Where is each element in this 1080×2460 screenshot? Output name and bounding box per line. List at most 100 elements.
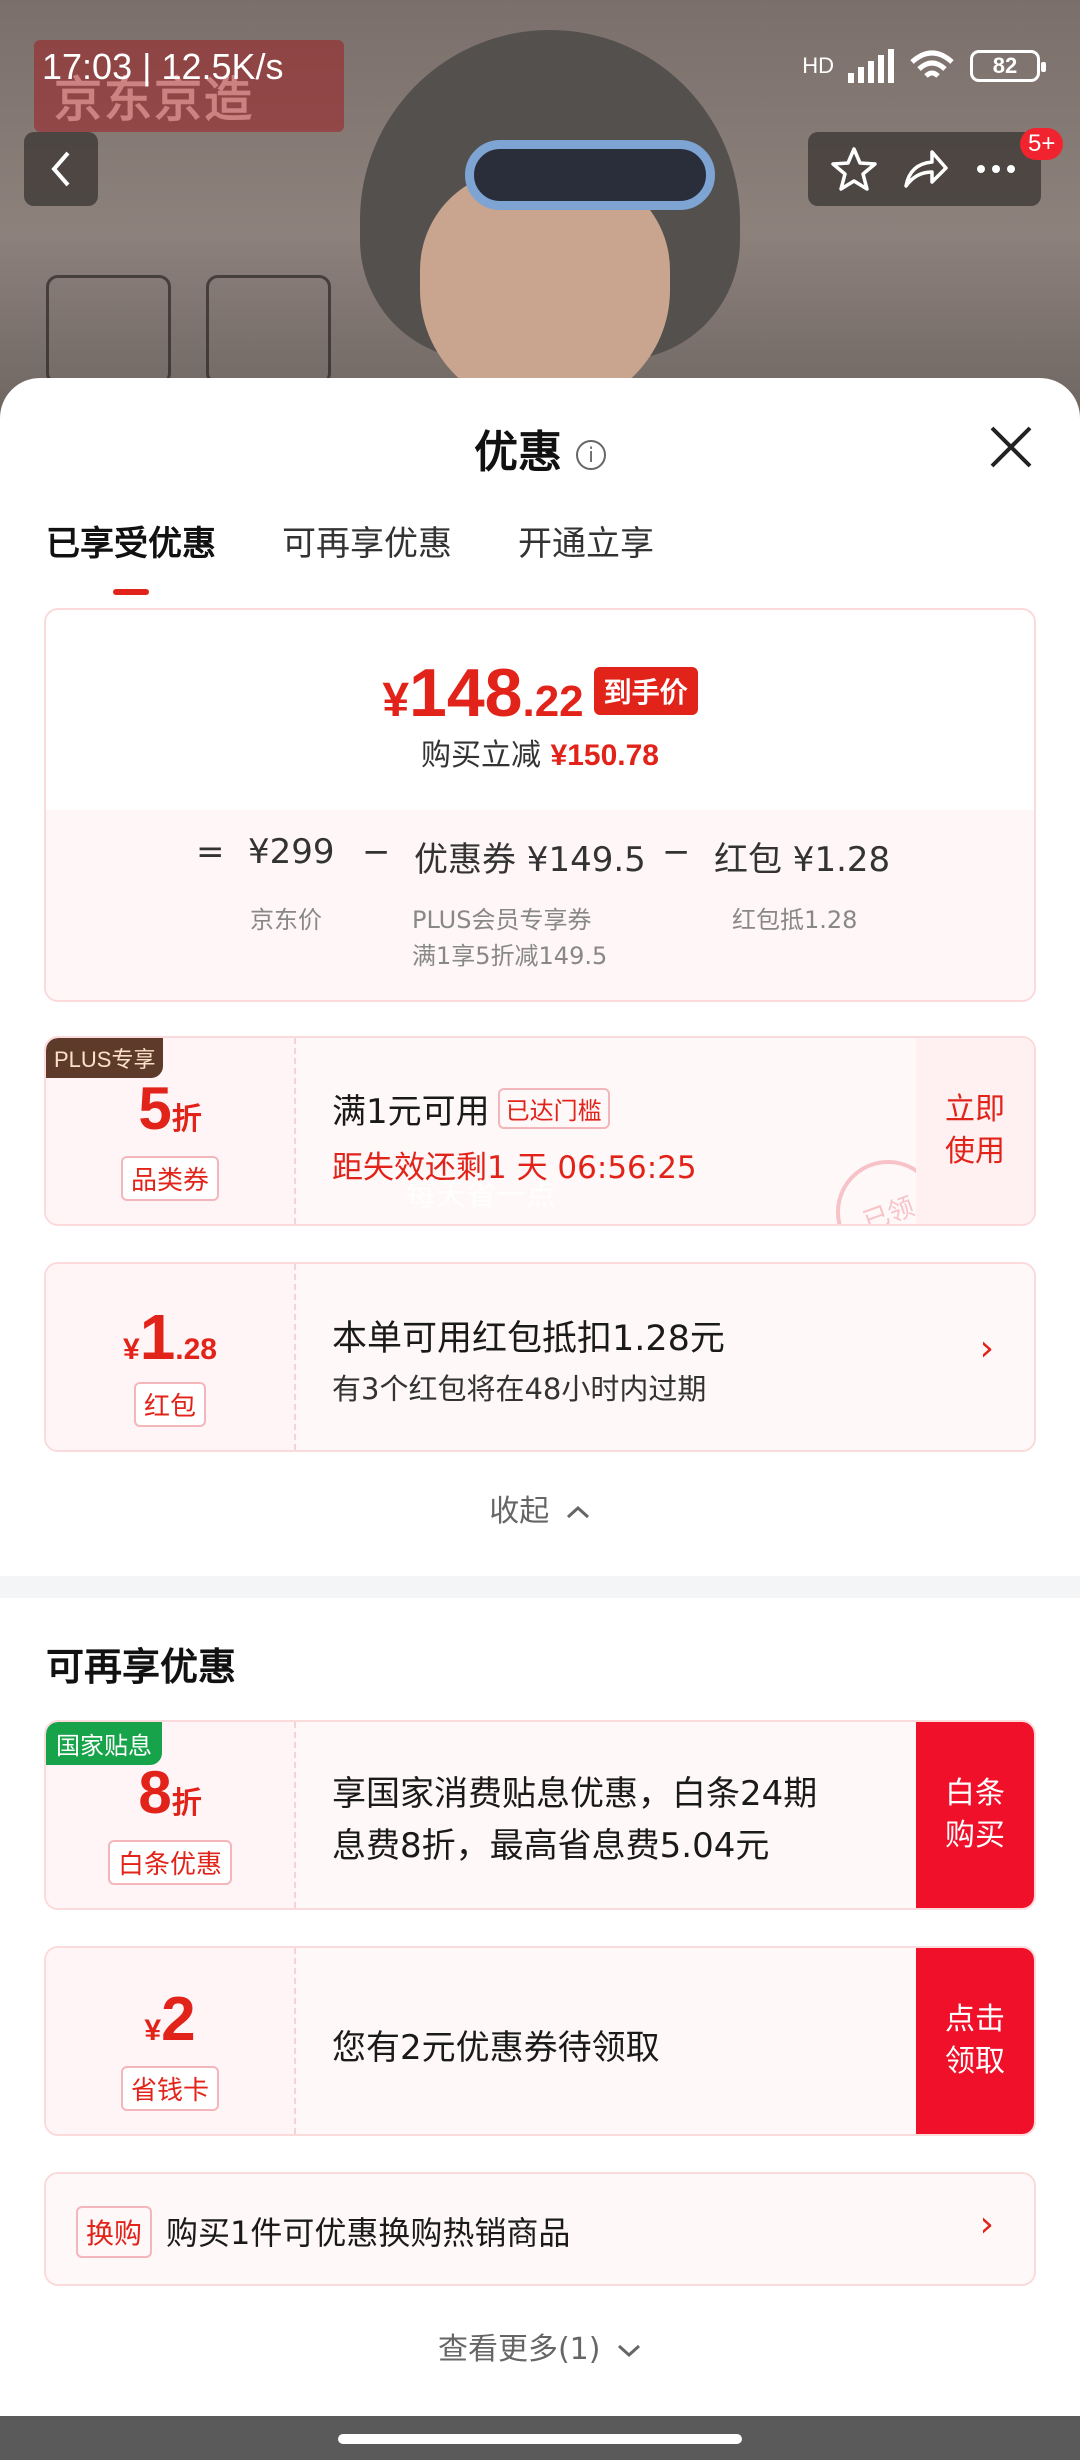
baitiao-line2: 息费8折，最高省息费5.04元 [332, 1826, 770, 1866]
wifi-icon [910, 50, 954, 78]
view-more-button[interactable]: 查看更多(1) [0, 2324, 1080, 2368]
minus-sign: − [362, 832, 391, 872]
close-icon[interactable] [986, 422, 1036, 472]
chevron-left-icon [51, 151, 70, 187]
coupon-title-text: 满1元可用 [332, 1092, 490, 1132]
chevron-up-icon [566, 1505, 589, 1519]
coupon-label-1: PLUS会员专享券 [412, 906, 592, 934]
exchange-chevron-icon: › [979, 2204, 994, 2245]
status-time-speed: 17:03 | 12.5K/s [42, 46, 284, 87]
claim-button[interactable]: 点击领取 [916, 1948, 1034, 2134]
chevron-down-icon [618, 2344, 641, 2358]
plus-badge: PLUS专享 [46, 1038, 164, 1078]
baitiao-buy-button[interactable]: 白条购买 [916, 1722, 1034, 1908]
model-sunglasses [465, 140, 715, 210]
redpack-yen: ¥ [123, 1333, 140, 1366]
discount-sheet: 优惠 i 已享受优惠 可再享优惠 开通立享 ¥148.22 到手价 购买立减 ¥15… [0, 378, 1080, 2416]
reduce-label: 购买立减 [421, 738, 541, 773]
battery-icon: 82 [970, 50, 1046, 82]
plus-coupon-card: 5折 品类券 PLUS专享 满1元可用 已达门槛 距失效还剩1 天 06:56:2… [44, 1036, 1036, 1226]
coupon-value-unit: 折 [171, 1103, 202, 1136]
redpack-tag: 红包 [133, 1382, 207, 1427]
chevron-right-icon[interactable]: › [980, 1328, 994, 1369]
tab-more-available[interactable]: 可再享优惠 [282, 516, 452, 565]
savings-card: ¥2 省钱卡 您有2元优惠券待领取 点击领取 [44, 1946, 1036, 2136]
coupon-label-2: 满1享5折减149.5 [412, 942, 608, 970]
reduce-value: ¥150.78 [550, 739, 659, 772]
baitiao-value-number: 8 [138, 1759, 172, 1826]
equals-sign: = [196, 832, 225, 872]
use-now-button[interactable]: 立即使用 [916, 1038, 1034, 1224]
price-breakdown-card: ¥148.22 到手价 购买立减 ¥150.78 = ¥299 − 优惠券 ¥14… [44, 608, 1036, 1002]
coupon-value: 5折 [46, 1074, 294, 1143]
baitiao-value-unit: 折 [171, 1787, 202, 1820]
exchange-title: 购买1件可优惠换购热销商品 [166, 2214, 571, 2252]
savings-tag: 省钱卡 [120, 2066, 220, 2111]
final-price-tag: 到手价 [593, 667, 698, 715]
reduce-line: 购买立减 ¥150.78 [46, 730, 1034, 774]
redpack-title: 本单可用红包抵扣1.28元 [332, 1319, 725, 1359]
exchange-tag: 换购 [76, 2206, 153, 2258]
tab-bar: 已享受优惠 可再享优惠 开通立享 [46, 516, 654, 595]
redpack-part: 红包 ¥1.28 [714, 840, 891, 880]
sheet-title-text: 优惠 [474, 427, 562, 478]
formula-area: = ¥299 − 优惠券 ¥149.5 − 红包 ¥1.28 京东价 PLUS会… [46, 810, 1034, 1000]
redpack-dec: .28 [175, 1333, 217, 1366]
back-button[interactable] [24, 132, 98, 206]
battery-level: 82 [992, 53, 1018, 78]
star-icon[interactable] [829, 144, 879, 194]
use-now-label: 立即使用 [945, 1092, 1005, 1169]
coupon-type-tag: 品类券 [120, 1156, 220, 1201]
price-integer: 148 [409, 655, 523, 731]
status-icons: HD 82 [802, 48, 1046, 84]
savings-title: 您有2元优惠券待领取 [332, 2028, 660, 2068]
savings-yen: ¥ [144, 2014, 162, 2047]
info-icon[interactable]: i [576, 440, 606, 470]
redpack-card[interactable]: ¥1.28 红包 本单可用红包抵扣1.28元 有3个红包将在48小时内过期 › [44, 1262, 1036, 1452]
national-subsidy-badge: 国家贴息 [46, 1722, 162, 1765]
claim-label: 点击领取 [945, 2002, 1005, 2079]
collapse-label: 收起 [489, 1494, 550, 1529]
jd-price: ¥299 [248, 832, 335, 872]
threshold-tag: 已达门槛 [497, 1088, 610, 1129]
tab-enjoyed[interactable]: 已享受优惠 [46, 516, 216, 595]
redpack-left: ¥1.28 红包 [46, 1264, 296, 1450]
currency-symbol: ¥ [382, 674, 410, 727]
baitiao-tag: 白条优惠 [107, 1840, 233, 1885]
savings-left: ¥2 省钱卡 [46, 1948, 296, 2134]
coupon-value-number: 5 [138, 1075, 172, 1142]
exchange-row[interactable]: 换购 购买1件可优惠换购热销商品 › [44, 2172, 1036, 2286]
jd-price-label: 京东价 [250, 906, 322, 934]
baitiao-value: 8折 [46, 1758, 294, 1827]
baitiao-buy-label: 白条购买 [945, 1776, 1005, 1853]
redpack-label: 红包抵1.28 [732, 906, 858, 934]
more-icon[interactable] [971, 144, 1021, 194]
redpack-sub: 有3个红包将在48小时内过期 [332, 1372, 707, 1406]
price-decimal: .22 [522, 677, 584, 726]
final-price: ¥148.22 到手价 [46, 654, 1034, 732]
tab-open-enjoy[interactable]: 开通立享 [518, 516, 654, 565]
redpack-int: 1 [139, 1301, 176, 1373]
network-label: HD [802, 53, 834, 78]
top-action-bar [808, 132, 1041, 206]
message-badge: 5+ [1020, 128, 1064, 160]
collapse-button[interactable]: 收起 [0, 1486, 1080, 1530]
savings-number: 2 [161, 1985, 196, 2054]
coupon-part: 优惠券 ¥149.5 [414, 840, 646, 880]
section-divider [0, 1576, 1080, 1598]
watermark-text: 每天省一点 [406, 1178, 556, 1213]
minus-sign-2: − [662, 832, 691, 872]
wind-feature-icon [46, 275, 171, 385]
share-icon[interactable] [900, 144, 950, 194]
baitiao-coupon-card: 8折 白条优惠 国家贴息 享国家消费贴息优惠，白条24期 息费8折，最高省息费5… [44, 1720, 1036, 1910]
baitiao-line1: 享国家消费贴息优惠，白条24期 [332, 1774, 818, 1814]
view-more-label: 查看更多(1) [437, 2332, 601, 2367]
signal-icon [848, 49, 894, 83]
redpack-value: ¥1.28 [46, 1300, 294, 1374]
home-indicator[interactable] [338, 2434, 742, 2444]
shield-feature-icon [206, 275, 331, 385]
section-title: 可再享优惠 [46, 1645, 237, 1689]
coupon-title: 满1元可用 已达门槛 [332, 1084, 610, 1133]
savings-value: ¥2 [46, 1984, 294, 2055]
sheet-title: 优惠 i [0, 416, 1080, 480]
